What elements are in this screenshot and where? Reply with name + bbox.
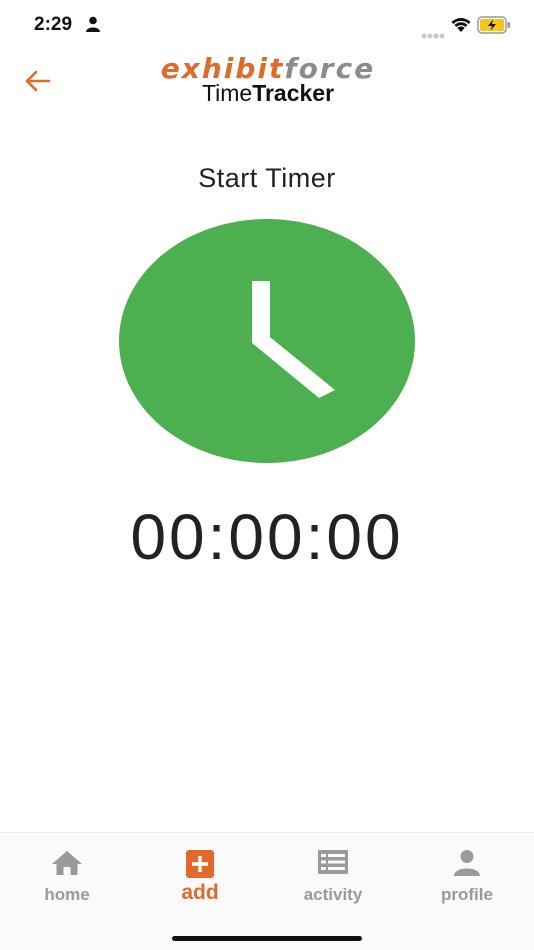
- home-icon: [50, 849, 84, 882]
- nav-item-profile[interactable]: profile: [400, 847, 534, 917]
- nav-item-activity[interactable]: activity: [266, 847, 400, 917]
- logo-product-part2: Tracker: [252, 80, 335, 106]
- battery-charging-icon: [477, 16, 511, 39]
- cellular-signal-icon: [421, 26, 445, 44]
- nav-label-profile: profile: [441, 885, 493, 904]
- app-logo: exhibitforce TimeTracker: [132, 55, 404, 107]
- profile-icon: [452, 849, 482, 882]
- nav-item-add[interactable]: add: [133, 847, 267, 917]
- person-icon: [86, 16, 100, 37]
- page-title: Start Timer: [198, 163, 336, 193]
- home-indicator: [172, 936, 362, 941]
- nav-label-activity: activity: [303, 885, 363, 904]
- start-timer-button[interactable]: [119, 219, 415, 463]
- wifi-icon: [450, 16, 472, 38]
- logo-product-part1: Time: [201, 80, 253, 106]
- nav-label-home: home: [44, 885, 90, 904]
- back-button[interactable]: [20, 64, 54, 98]
- nav-label-add: add: [181, 881, 219, 904]
- status-bar: 2:29: [0, 0, 534, 52]
- status-time: 2:29: [34, 14, 73, 35]
- list-icon: [317, 849, 349, 880]
- logo-product: TimeTracker: [132, 80, 404, 106]
- add-box-icon: [185, 849, 215, 884]
- bottom-nav: home add activity profile: [0, 832, 534, 950]
- timer-screen: 2:29 exhibitforce TimeTracker Start Time…: [0, 0, 534, 950]
- timer-display: 00:00:00: [130, 501, 404, 573]
- clock-icon: [252, 281, 335, 398]
- nav-item-home[interactable]: home: [0, 847, 134, 917]
- back-arrow-icon: [25, 70, 51, 92]
- logo-brand: exhibitforce: [132, 55, 404, 83]
